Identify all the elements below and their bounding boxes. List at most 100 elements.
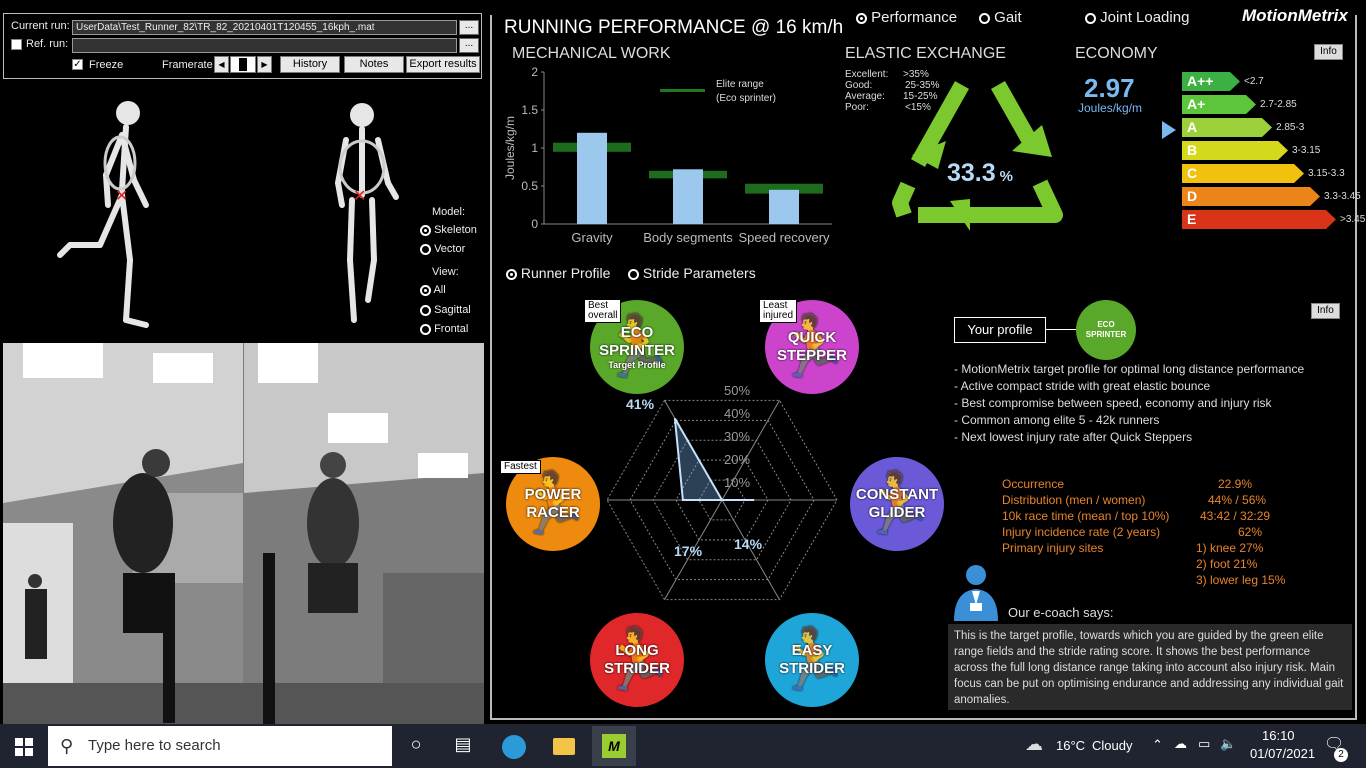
svg-text:✕: ✕: [115, 188, 128, 205]
economy-value: 2.97: [1084, 73, 1135, 103]
runner-profile-radar: 50% 40% 30% 20% 10%: [606, 383, 838, 601]
view-frontal-option[interactable]: Frontal: [420, 323, 468, 335]
ref-run-checkbox[interactable]: [11, 39, 22, 50]
stat-value-injury-rate: 62%: [1238, 525, 1263, 539]
framerate-slider[interactable]: [230, 56, 256, 73]
quick-name1: QUICK: [787, 329, 837, 346]
volume-icon[interactable]: 🔈: [1220, 736, 1236, 752]
eco-tag2: overall: [588, 310, 618, 321]
cortana-icon[interactable]: ○: [405, 734, 427, 755]
profile-easy-strider[interactable]: 🏃 EASY STRIDER: [765, 613, 859, 707]
profile-bullet-0: - MotionMetrix target profile for optima…: [954, 362, 1305, 376]
performance-panel: RUNNING PERFORMANCE @ 16 km/h MECHANICAL…: [490, 15, 1365, 720]
constant-name1: CONSTANT: [855, 486, 939, 503]
motionmetrix-taskbar-item[interactable]: M: [592, 726, 636, 766]
view-all-option[interactable]: All: [420, 284, 446, 296]
radar-tick-label: 30%: [724, 429, 750, 444]
bar: [673, 169, 703, 224]
framerate-right-arrow-icon[interactable]: ▶: [257, 56, 272, 73]
file-explorer-icon[interactable]: [553, 738, 575, 755]
skeleton-frontal-view: ✕: [335, 103, 399, 323]
taskbar-search-box[interactable]: ⚲ Type here to search: [48, 726, 392, 766]
profile-constant-glider[interactable]: 🏃 CONSTANT GLIDER: [850, 457, 944, 551]
elastic-exchange-title: ELASTIC EXCHANGE: [845, 45, 1006, 62]
economy-grade-bar: E: [1182, 210, 1336, 229]
onedrive-icon[interactable]: ☁: [1174, 736, 1187, 752]
frontal-radio[interactable]: [420, 323, 431, 335]
bar: [577, 132, 607, 224]
profile-info-button[interactable]: Info: [1311, 303, 1340, 319]
weather-temp[interactable]: 16°C: [1056, 738, 1085, 753]
model-vector-option[interactable]: Vector: [420, 243, 465, 255]
e-coach-avatar-icon: [954, 565, 998, 621]
profile-long-strider[interactable]: 🏃 LONG STRIDER: [590, 613, 684, 707]
framerate-left-arrow-icon[interactable]: ◀: [214, 56, 229, 73]
eco-name1: ECO: [620, 323, 654, 341]
ref-run-field[interactable]: [72, 38, 457, 53]
history-button[interactable]: History: [280, 56, 340, 73]
stride-parameters-radio[interactable]: [628, 268, 639, 280]
search-icon: ⚲: [60, 736, 74, 756]
skeleton-radio[interactable]: [420, 224, 431, 236]
radar-eco-value-label: 41%: [626, 396, 655, 412]
stat-label-injury-sites: Primary injury sites: [1002, 541, 1104, 555]
y-tick-label: 0.5: [521, 179, 538, 193]
runner-profile-radio[interactable]: [506, 268, 517, 280]
profile-bullet-2: - Best compromise between speed, economy…: [954, 396, 1272, 410]
weather-cloud-icon[interactable]: ☁: [1022, 734, 1046, 755]
economy-grade-range: 3-3.15: [1292, 145, 1321, 156]
clock-date[interactable]: 01/07/2021: [1250, 746, 1315, 761]
current-run-browse-button[interactable]: ...: [459, 20, 479, 35]
ref-run-label: Ref. run:: [26, 38, 69, 50]
view-sagittal-option[interactable]: Sagittal: [420, 304, 471, 316]
stat-label-race-time: 10k race time (mean / top 10%): [1002, 509, 1170, 523]
elastic-legend-label-2: Average:: [845, 91, 885, 102]
clock-time[interactable]: 16:10: [1262, 728, 1295, 743]
svg-text:✕: ✕: [353, 188, 366, 205]
task-view-icon[interactable]: ▤: [452, 734, 474, 755]
current-run-field[interactable]: UserData\Test_Runner_82\TR_82_20210401T1…: [72, 20, 457, 35]
tab-runner-profile[interactable]: Runner Profile: [506, 265, 610, 281]
e-coach-title: Our e-coach says:: [1008, 605, 1114, 620]
long-name1: LONG: [615, 642, 659, 659]
x-tick-label: Gravity: [571, 230, 613, 245]
notification-count-badge: 2: [1334, 748, 1348, 762]
edge-browser-icon[interactable]: [502, 735, 526, 759]
tray-chevron-up-icon[interactable]: ⌃: [1152, 737, 1163, 753]
radar-tick-label: 50%: [724, 383, 750, 398]
current-run-label: Current run:: [11, 20, 70, 32]
power-tag: Fastest: [500, 460, 541, 474]
stat-label-occurrence: Occurrence: [1002, 477, 1065, 491]
radar-tick-label: 10%: [724, 475, 750, 490]
framerate-label: Framerate: [162, 59, 213, 71]
x-tick-label: Body segments: [643, 230, 733, 245]
view-title: View:: [432, 266, 459, 278]
run-control-panel: Current run: UserData\Test_Runner_82\TR_…: [3, 13, 482, 79]
easy-name1: EASY: [791, 642, 833, 659]
stat-value-occurrence: 22.9%: [1218, 477, 1253, 491]
weather-text[interactable]: Cloudy: [1092, 738, 1132, 753]
freeze-label: Freeze: [89, 59, 124, 71]
eco-tag: Best overall: [584, 299, 622, 323]
x-tick-label: Speed recovery: [738, 230, 830, 245]
export-results-button[interactable]: Export results: [406, 56, 480, 73]
runner-profile-label: Runner Profile: [520, 265, 611, 281]
economy-grade-pointer-icon: [1162, 121, 1176, 139]
notes-button[interactable]: Notes: [344, 56, 404, 73]
skeleton-label: Skeleton: [434, 224, 477, 236]
elastic-value-number: 33.3: [947, 159, 996, 187]
vector-label: Vector: [434, 243, 466, 255]
ref-run-browse-button[interactable]: ...: [459, 38, 479, 53]
constant-name2: GLIDER: [868, 504, 926, 521]
all-radio[interactable]: [420, 284, 431, 296]
freeze-checkbox[interactable]: ✓: [72, 59, 83, 70]
model-skeleton-option[interactable]: Skeleton: [420, 224, 477, 236]
tab-stride-parameters[interactable]: Stride Parameters: [628, 265, 756, 281]
economy-info-button[interactable]: Info: [1314, 44, 1343, 60]
network-icon[interactable]: ▭: [1198, 736, 1210, 752]
frontal-label: Frontal: [434, 323, 469, 335]
quick-name2: STEPPER: [776, 347, 848, 364]
vector-radio[interactable]: [420, 243, 431, 255]
sagittal-radio[interactable]: [420, 304, 431, 316]
windows-start-icon[interactable]: [15, 738, 33, 756]
